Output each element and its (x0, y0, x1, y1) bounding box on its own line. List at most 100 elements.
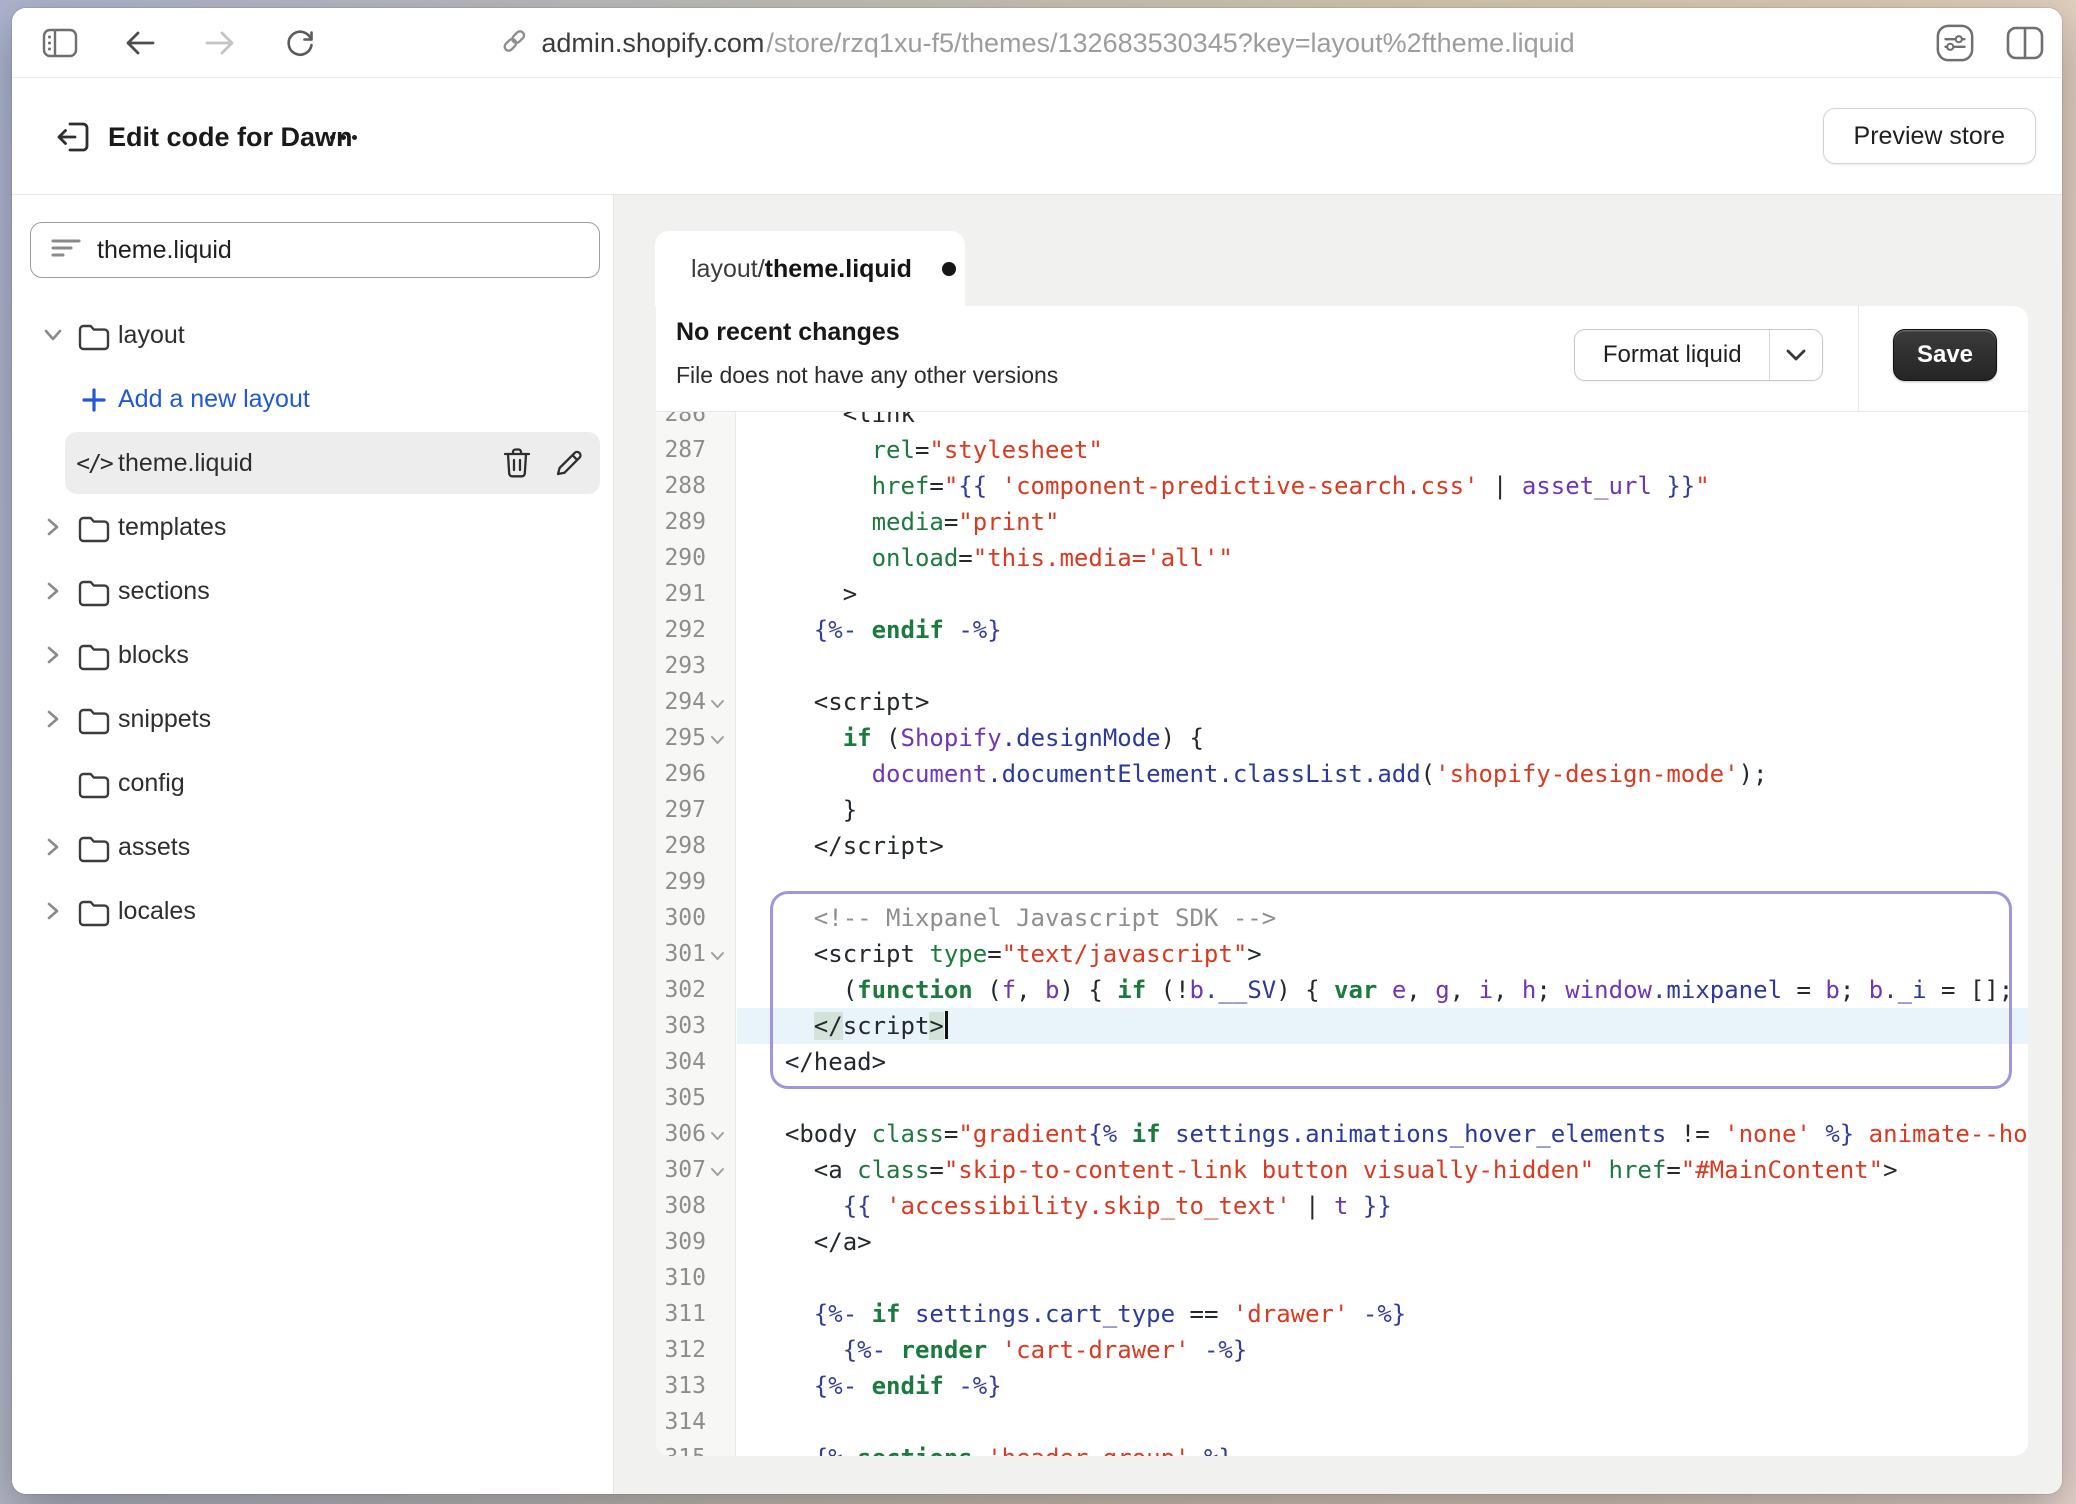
file-sidebar: layoutAdd a new layout</>theme.liquidtem… (12, 195, 614, 1494)
code-line-286[interactable]: 286 <link (656, 412, 2028, 432)
search-input[interactable] (97, 236, 537, 265)
code-line-310[interactable]: 310 (656, 1260, 2028, 1296)
chevron-down-icon[interactable] (1769, 330, 1822, 380)
code-text: <!-- Mixpanel Javascript SDK --> (736, 900, 2028, 936)
chevron-right-icon[interactable] (40, 642, 66, 668)
sidebar-folder-sections[interactable]: sections (12, 560, 613, 624)
sidebar-folder-layout[interactable]: layout (12, 304, 613, 368)
code-line-288[interactable]: 288 href="{{ 'component-predictive-searc… (656, 468, 2028, 504)
line-number: 295 (656, 720, 736, 756)
chevron-right-icon[interactable] (40, 898, 66, 924)
fold-chevron-icon (710, 1167, 725, 1177)
folder-icon (76, 638, 112, 674)
chevron-right-icon[interactable] (40, 578, 66, 604)
code-line-302[interactable]: 302 (function (f, b) { if (!b.__SV) { va… (656, 972, 2028, 1008)
code-line-312[interactable]: 312 {%- render 'cart-drawer' -%} (656, 1332, 2028, 1368)
pencil-icon[interactable] (553, 447, 585, 479)
trash-icon[interactable] (501, 447, 533, 479)
line-number: 308 (656, 1188, 736, 1224)
code-line-297[interactable]: 297 } (656, 792, 2028, 828)
line-number: 286 (656, 412, 736, 432)
code-text: <body class="gradient{% if settings.anim… (736, 1116, 2028, 1152)
code-text: media="print" (736, 504, 2028, 540)
save-button[interactable]: Save (1893, 329, 1997, 381)
sidebar-folder-templates[interactable]: templates (12, 496, 613, 560)
preview-store-button[interactable]: Preview store (1823, 108, 2036, 164)
code-line-299[interactable]: 299 (656, 864, 2028, 900)
sidebar-item-label: assets (118, 816, 190, 878)
code-text: </script> (736, 828, 2028, 864)
code-line-293[interactable]: 293 (656, 648, 2028, 684)
chevron-right-icon[interactable] (40, 834, 66, 860)
sidebar-folder-blocks[interactable]: blocks (12, 624, 613, 688)
code-line-291[interactable]: 291 > (656, 576, 2028, 612)
sidebar-file-theme-liquid[interactable]: </>theme.liquid (12, 432, 613, 496)
line-number: 287 (656, 432, 736, 468)
more-options-button[interactable] (317, 116, 369, 158)
code-line-298[interactable]: 298 </script> (656, 828, 2028, 864)
tab-theme-liquid[interactable]: layout/theme.liquid (655, 231, 965, 307)
unsaved-indicator (942, 262, 956, 276)
line-number: 289 (656, 504, 736, 540)
code-lines: 286 <link287 rel="stylesheet"288 href="{… (656, 412, 2028, 1456)
page-settings-icon[interactable] (1935, 23, 1975, 63)
line-number: 298 (656, 828, 736, 864)
code-line-307[interactable]: 307 <a class="skip-to-content-link butto… (656, 1152, 2028, 1188)
file-search[interactable] (30, 222, 600, 278)
code-line-289[interactable]: 289 media="print" (656, 504, 2028, 540)
code-line-314[interactable]: 314 (656, 1404, 2028, 1440)
code-line-309[interactable]: 309 </a> (656, 1224, 2028, 1260)
chevron-right-icon[interactable] (40, 514, 66, 540)
code-line-313[interactable]: 313 {%- endif -%} (656, 1368, 2028, 1404)
code-text: <a class="skip-to-content-link button vi… (736, 1152, 2028, 1188)
code-line-296[interactable]: 296 document.documentElement.classList.a… (656, 756, 2028, 792)
line-number: 314 (656, 1404, 736, 1440)
sidebar-folder-snippets[interactable]: snippets (12, 688, 613, 752)
file-tree: layoutAdd a new layout</>theme.liquidtem… (12, 304, 613, 944)
code-line-290[interactable]: 290 onload="this.media='all'" (656, 540, 2028, 576)
sidebar-toggle-icon[interactable] (40, 23, 80, 63)
format-liquid-button[interactable]: Format liquid (1574, 329, 1823, 381)
page-title: Edit code for Dawn (108, 114, 353, 160)
code-text: > (736, 576, 2028, 612)
split-view-icon[interactable] (2005, 23, 2045, 63)
reload-icon[interactable] (280, 23, 320, 63)
sidebar-item-label: snippets (118, 688, 211, 750)
sidebar-action-add-a-new-layout[interactable]: Add a new layout (12, 368, 613, 432)
sidebar-folder-assets[interactable]: assets (12, 816, 613, 880)
browser-toolbar: admin.shopify.com/store/rzq1xu-f5/themes… (12, 8, 2062, 78)
code-line-294[interactable]: 294 <script> (656, 684, 2028, 720)
code-editor[interactable]: 286 <link287 rel="stylesheet"288 href="{… (656, 412, 2028, 1456)
code-line-306[interactable]: 306 <body class="gradient{% if settings.… (656, 1116, 2028, 1152)
folder-icon (76, 510, 112, 546)
code-line-304[interactable]: 304 </head> (656, 1044, 2028, 1080)
back-icon[interactable] (120, 23, 160, 63)
line-number: 307 (656, 1152, 736, 1188)
code-line-301[interactable]: 301 <script type="text/javascript"> (656, 936, 2028, 972)
line-number: 297 (656, 792, 736, 828)
folder-icon (76, 702, 112, 738)
chevron-right-icon[interactable] (40, 706, 66, 732)
code-text: if (Shopify.designMode) { (736, 720, 2028, 756)
code-line-305[interactable]: 305 (656, 1080, 2028, 1116)
sidebar-folder-config[interactable]: config (12, 752, 613, 816)
sidebar-folder-locales[interactable]: locales (12, 880, 613, 944)
code-line-300[interactable]: 300 <!-- Mixpanel Javascript SDK --> (656, 900, 2028, 936)
address-bar[interactable]: admin.shopify.com/store/rzq1xu-f5/themes… (499, 8, 1574, 78)
fold-chevron-icon (710, 735, 725, 745)
chevron-down-icon[interactable] (40, 322, 66, 348)
code-line-292[interactable]: 292 {%- endif -%} (656, 612, 2028, 648)
line-number: 303 (656, 1008, 736, 1044)
exit-editor-icon[interactable] (52, 116, 94, 158)
code-line-311[interactable]: 311 {%- if settings.cart_type == 'drawer… (656, 1296, 2028, 1332)
forward-icon[interactable] (200, 23, 240, 63)
sidebar-item-label: theme.liquid (118, 432, 253, 494)
line-number: 300 (656, 900, 736, 936)
code-line-295[interactable]: 295 if (Shopify.designMode) { (656, 720, 2028, 756)
content-area: layoutAdd a new layout</>theme.liquidtem… (12, 195, 2062, 1494)
folder-icon (76, 766, 112, 802)
code-line-287[interactable]: 287 rel="stylesheet" (656, 432, 2028, 468)
code-line-303[interactable]: 303 </script> (656, 1008, 2028, 1044)
code-line-308[interactable]: 308 {{ 'accessibility.skip_to_text' | t … (656, 1188, 2028, 1224)
code-line-315[interactable]: 315 {% sections 'header-group' %} (656, 1440, 2028, 1456)
